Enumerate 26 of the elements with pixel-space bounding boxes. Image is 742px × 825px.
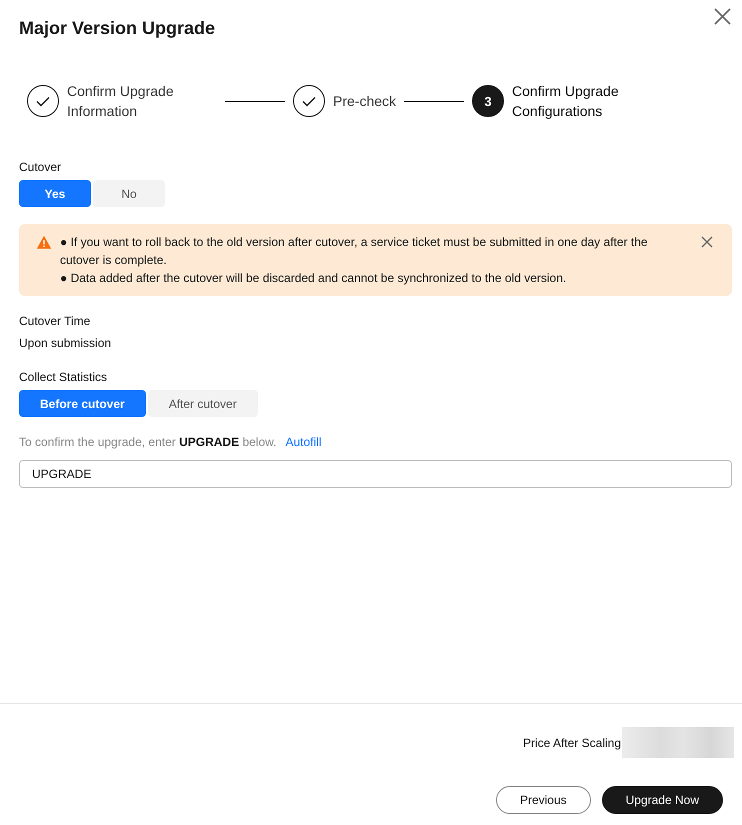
step-label: Confirm Upgrade Configurations [512,82,620,121]
close-icon[interactable] [701,236,713,248]
option-button[interactable]: No [93,180,165,207]
upgrade-button[interactable]: Upgrade Now [602,786,723,814]
confirm-input[interactable]: UPGRADE [19,460,732,488]
close-icon[interactable] [714,8,731,25]
step-connector [225,100,285,102]
option-button[interactable]: Yes [19,180,91,207]
confirm-hint: To confirm the upgrade, enter UPGRADE below. [19,434,276,451]
step-label: Confirm Upgrade Information [67,82,175,121]
field-label: Cutover Time [19,313,92,330]
option-button[interactable]: After cutover [148,390,258,417]
field-value: Upon submission [19,335,112,352]
step-number: 3 [472,85,504,117]
field-label: Cutover [19,159,62,176]
previous-button[interactable]: Previous [496,786,591,814]
step-connector [404,100,464,102]
price-label: Price After Scaling [522,736,621,750]
warning-icon [37,236,51,249]
dialog-title: Major Version Upgrade [19,18,216,38]
step-label: Pre-check [333,92,396,111]
autofill-link[interactable]: Autofill [285,433,322,451]
field-label: Collect Statistics [19,369,108,386]
alert-message: ● Data added after the cutover will be discarded and cannot be synchronized to the old version. [60,270,568,287]
option-button[interactable]: Before cutover [19,390,146,417]
alert-message: ● If you want to roll back to the old version after cutover, a service ticket must be submitted in one day after the cutover is complete. [60,234,649,269]
